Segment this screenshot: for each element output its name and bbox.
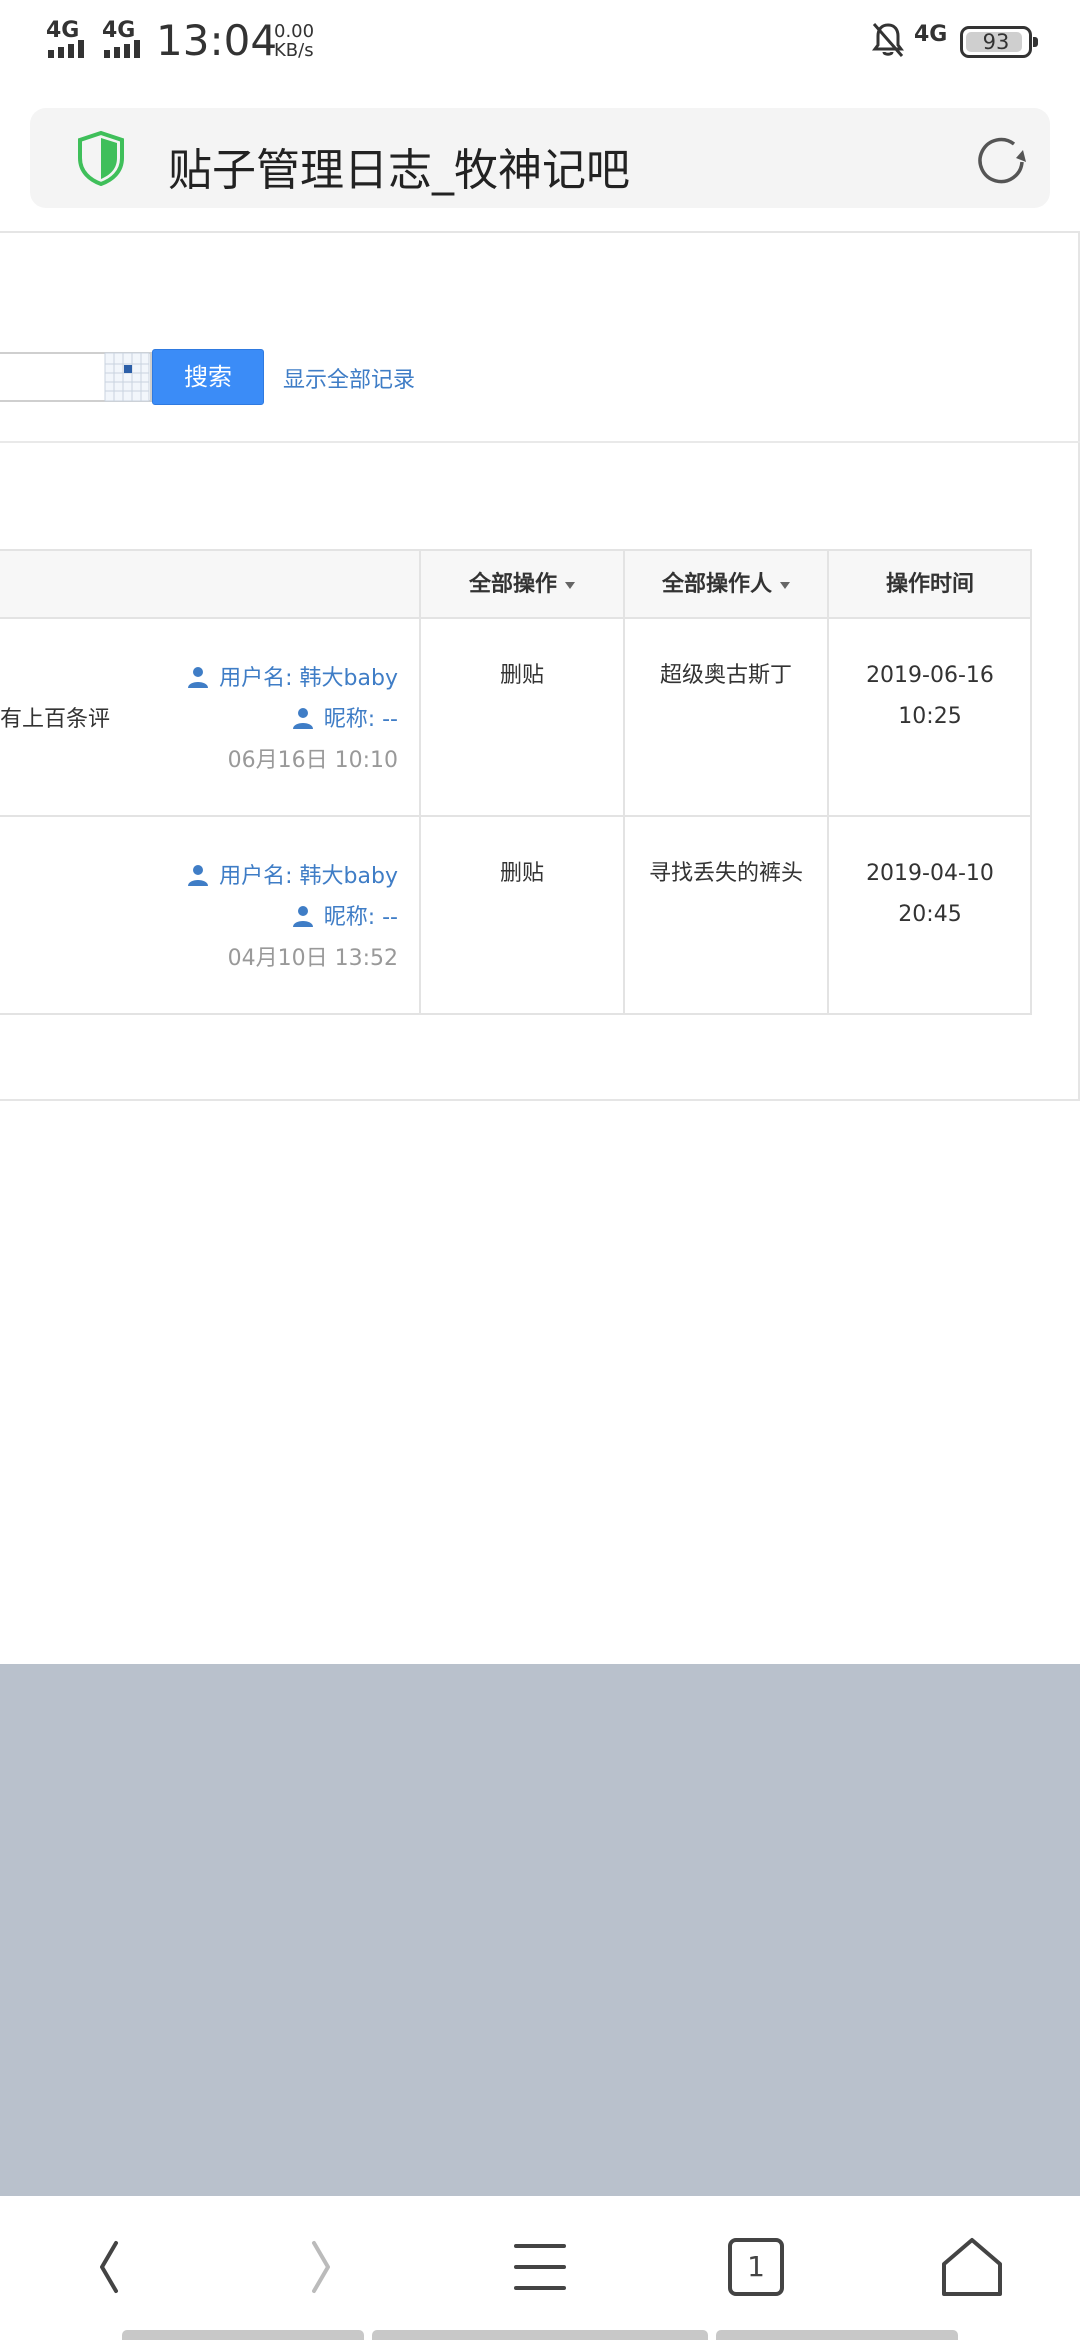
forward-icon[interactable] (286, 2234, 358, 2300)
gesture-bar (372, 2330, 708, 2340)
clock: 13:04 (156, 16, 278, 65)
time-cell: 2019-04-10 20:45 (828, 853, 1032, 935)
status-bar: 4G 4G 13:04 0.00 KB/s 4G 93 (0, 0, 1080, 86)
user-icon (188, 667, 209, 688)
signal-bars-2-icon (104, 40, 140, 58)
user-icon (292, 708, 313, 729)
post-date: 06月16日 10:10 (227, 748, 398, 773)
page-title: 贴子管理日志_牧神记吧 (168, 145, 630, 196)
battery-icon: 93 (960, 26, 1038, 58)
nickname-text: 昵称: -- (323, 707, 398, 732)
tabs-button[interactable]: 1 (720, 2234, 792, 2300)
home-icon[interactable] (936, 2234, 1008, 2300)
bottom-nav: 1 (0, 2196, 1080, 2340)
nickname-link[interactable]: 昵称: -- (292, 701, 398, 733)
network-speed: 0.00 KB/s (274, 22, 314, 60)
network-type-right: 4G (914, 22, 948, 47)
username-link[interactable]: 用户名: 韩大baby (187, 660, 398, 692)
grey-overlay (0, 1664, 1080, 2196)
column-time-label: 操作时间 (885, 572, 974, 597)
column-operator-filter[interactable]: 全部操作人 (624, 551, 828, 619)
action-cell: 删贴 (499, 861, 544, 886)
username-link[interactable]: 用户名: 韩大baby (187, 858, 398, 890)
time-clock: 20:45 (898, 902, 962, 927)
network-speed-unit: KB/s (274, 40, 314, 61)
column-action-label: 全部操作 (468, 572, 557, 597)
gesture-bar (122, 2330, 364, 2340)
operator-cell: 寻找丢失的裤头 (648, 861, 803, 886)
shield-icon (78, 130, 124, 186)
search-button[interactable]: 搜索 (152, 349, 264, 405)
show-all-records-link[interactable]: 显示全部记录 (283, 362, 415, 394)
time-date: 2019-04-10 (866, 861, 994, 886)
column-operator-label: 全部操作人 (661, 572, 772, 597)
time-clock: 10:25 (898, 704, 962, 729)
username-text: 用户名: 韩大baby (219, 666, 398, 691)
table-row: 有上百条评 用户名: 韩大baby 昵称: -- 06月16日 10:10 删贴… (0, 619, 1032, 817)
post-snippet: 有上百条评 (0, 707, 111, 732)
table-row: 用户名: 韩大baby 昵称: -- 04月10日 13:52 删贴 寻找丢失的… (0, 817, 1032, 1015)
caret-down-icon (565, 581, 575, 589)
user-icon (188, 865, 209, 886)
action-cell: 删贴 (499, 663, 544, 688)
network-speed-value: 0.00 (274, 21, 315, 42)
time-date: 2019-06-16 (866, 663, 994, 688)
refresh-icon[interactable] (974, 132, 1030, 188)
nickname-text: 昵称: -- (323, 905, 398, 930)
signal-bars-1-icon (48, 40, 84, 58)
back-icon[interactable] (72, 2234, 144, 2300)
url-bar[interactable]: 贴子管理日志_牧神记吧 (30, 108, 1050, 208)
user-icon (292, 906, 313, 927)
battery-level: 93 (982, 30, 1010, 54)
post-date: 04月10日 13:52 (227, 946, 398, 971)
table-header: 全部操作 全部操作人 操作时间 (0, 549, 1032, 619)
time-cell: 2019-06-16 10:25 (828, 655, 1032, 737)
column-time-header: 操作时间 (828, 551, 1032, 619)
gesture-bar (716, 2330, 958, 2340)
menu-icon[interactable] (504, 2234, 576, 2300)
tabs-count: 1 (747, 2250, 765, 2283)
operator-cell: 超级奥古斯丁 (659, 663, 792, 688)
calendar-icon[interactable] (104, 352, 150, 402)
column-action-filter[interactable]: 全部操作 (420, 551, 624, 619)
caret-down-icon (780, 581, 790, 589)
username-text: 用户名: 韩大baby (219, 864, 398, 889)
nickname-link[interactable]: 昵称: -- (292, 899, 398, 931)
bell-muted-icon (872, 23, 904, 57)
divider (0, 441, 1080, 443)
